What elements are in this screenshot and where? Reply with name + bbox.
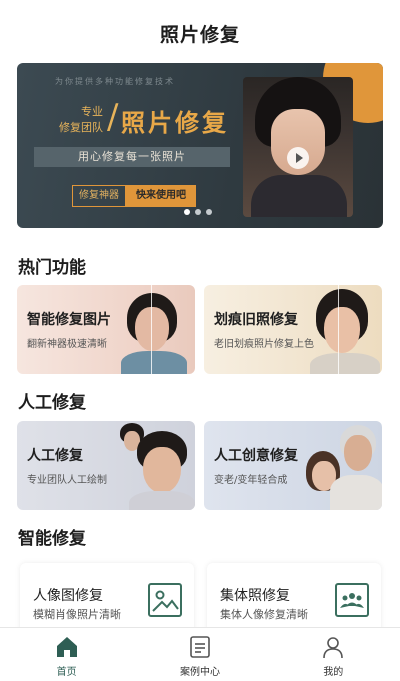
card-subtitle: 翻新神器极速清晰 (27, 339, 107, 350)
card-subtitle: 模糊肖像照片清晰 (33, 608, 121, 621)
card-title: 人工修复 (27, 448, 83, 464)
carousel-dots (184, 209, 212, 215)
card-subtitle: 专业团队人工绘制 (27, 475, 107, 486)
play-icon[interactable] (287, 147, 309, 169)
couple-portrait-image (304, 421, 382, 510)
top-bar: 照片修复 (0, 0, 400, 60)
banner-sub-line2: 修复团队 (59, 121, 103, 134)
home-icon (56, 637, 77, 657)
nav-label: 我的 (323, 667, 344, 678)
bottom-nav: 首页 案例中心 我的 (0, 627, 400, 681)
man-portrait-image (129, 429, 195, 510)
page-title: 照片修复 (159, 23, 240, 46)
document-icon (190, 636, 210, 658)
banner-strip: 用心修复每一张照片 (34, 147, 230, 167)
user-icon (323, 637, 344, 659)
card-subtitle: 老旧划痕照片修复上色 (214, 339, 314, 350)
card-subtitle: 集体人像修复清晰 (220, 608, 308, 621)
card-subtitle: 变老/变年轻合成 (214, 475, 288, 486)
banner-buttons: 修复神器 快来使用吧 (72, 185, 196, 207)
nav-item-cases[interactable]: 案例中心 (133, 628, 266, 681)
card-title: 人工创意修复 (214, 448, 298, 464)
banner-sub-line1: 专业 (81, 105, 103, 118)
card-manual-repair[interactable]: 人工修复 专业团队人工绘制 (17, 421, 195, 510)
carousel-dot[interactable] (184, 209, 190, 215)
old-portrait-image (308, 285, 382, 374)
carousel-dot[interactable] (195, 209, 201, 215)
banner-portrait-image (243, 77, 353, 217)
card-smart-repair[interactable]: 智能修复图片 翻新神器极速清晰 (17, 285, 195, 374)
card-title: 划痕旧照修复 (214, 312, 298, 328)
before-after-divider (151, 285, 152, 374)
banner-cta-button[interactable]: 快来使用吧 (126, 185, 196, 207)
card-creative-repair[interactable]: 人工创意修复 变老/变年轻合成 (204, 421, 382, 510)
portrait-body (251, 175, 347, 217)
nav-item-profile[interactable]: 我的 (267, 628, 400, 681)
promo-banner[interactable]: 为你提供多种功能修复技术 专业 修复团队 / 照片修复 用心修复每一张照片 修复… (17, 63, 383, 228)
card-title: 智能修复图片 (27, 312, 111, 328)
banner-headline: 照片修复 (121, 108, 229, 137)
card-scratch-repair[interactable]: 划痕旧照修复 老旧划痕照片修复上色 (204, 285, 382, 374)
banner-slash: / (107, 97, 119, 137)
card-title: 集体照修复 (220, 588, 290, 604)
banner-tagline: 为你提供多种功能修复技术 (55, 77, 175, 86)
section-title-smart: 智能修复 (18, 529, 86, 549)
nav-label: 首页 (56, 667, 77, 678)
group-photo-icon (335, 583, 369, 617)
nav-label: 案例中心 (179, 667, 220, 678)
image-icon (148, 583, 182, 617)
nav-item-home[interactable]: 首页 (0, 628, 133, 681)
section-title-manual: 人工修复 (18, 393, 86, 413)
section-title-hot: 热门功能 (18, 258, 86, 278)
banner-tag: 修复神器 (72, 185, 126, 207)
banner-sub-label: 专业 修复团队 (39, 104, 103, 136)
before-after-divider (338, 285, 339, 374)
old-portrait-image (117, 285, 195, 374)
carousel-dot[interactable] (206, 209, 212, 215)
card-title: 人像图修复 (33, 588, 103, 604)
